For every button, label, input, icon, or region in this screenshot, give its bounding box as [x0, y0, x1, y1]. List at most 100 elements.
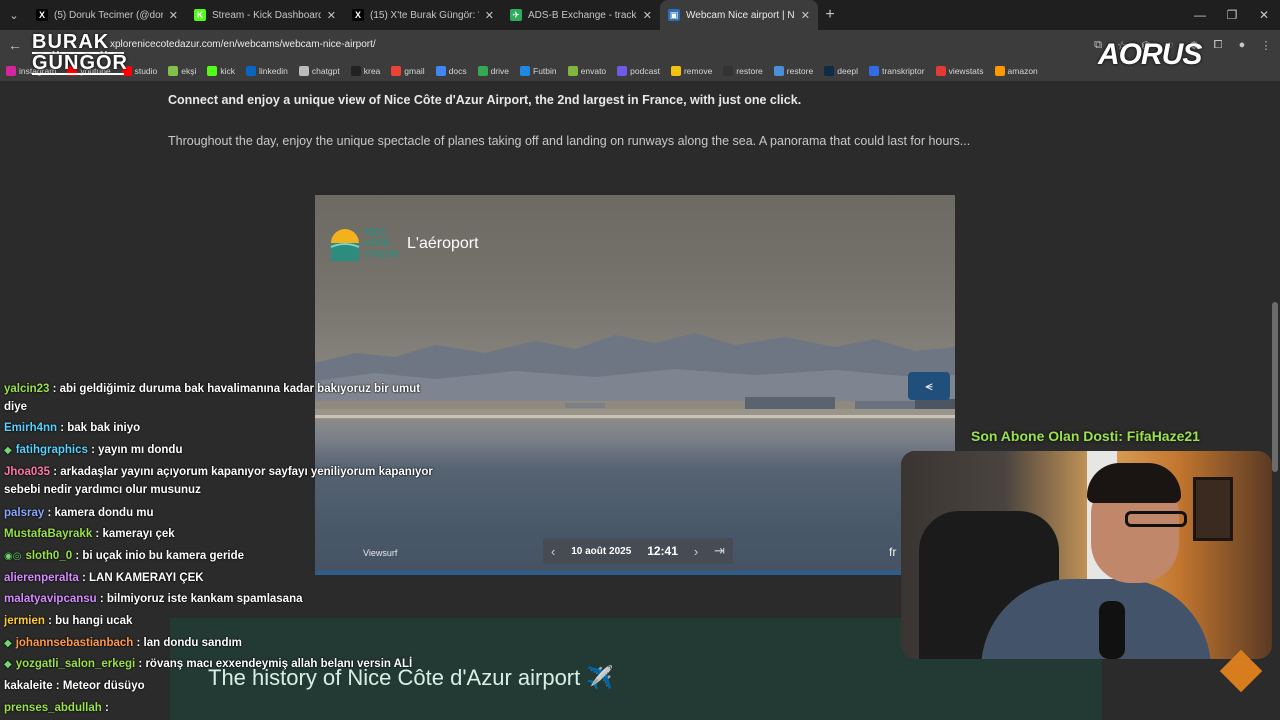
minimize-icon[interactable]: — — [1184, 0, 1216, 30]
tab-title: (15) X'te Burak Güngör: "Canım — [370, 9, 479, 21]
back-icon[interactable]: ← — [0, 37, 30, 53]
browser-toolbar: ← xplorenicecotedazur.com/en/webcams/web… — [0, 30, 1280, 60]
tab-search-icon[interactable]: ⌄ — [0, 0, 28, 30]
chat-message: ◆ fatihgraphics : yayın mı dondu — [4, 441, 182, 460]
chat-message: palsray : kamera dondu mu — [4, 504, 154, 522]
bookmark-8[interactable]: gmail — [391, 65, 425, 76]
last-frame-icon[interactable]: ⇥ — [714, 543, 725, 559]
prev-frame-icon[interactable]: ‹ — [551, 544, 555, 559]
chat-username[interactable]: fatihgraphics — [16, 444, 88, 456]
viewsurf-credit[interactable]: Viewsurf — [363, 548, 397, 558]
chat-text: : abi geldiğimiz duruma bak havalimanına… — [49, 383, 421, 395]
chat-username[interactable]: Emirh4nn — [4, 422, 57, 434]
chat-text: : lan dondu sandım — [133, 637, 242, 649]
restore-icon[interactable]: ❐ — [1216, 0, 1248, 30]
tab-close-icon[interactable]: ✕ — [801, 9, 810, 22]
language-selector[interactable]: fr — [889, 545, 896, 559]
chat-message: ◆ yozgatli_salon_erkegi : rövanş macı exx… — [4, 655, 412, 674]
tab-close-icon[interactable]: ✕ — [327, 9, 336, 22]
chat-username[interactable]: yozgatli_salon_erkegi — [16, 658, 136, 670]
bookmark-14[interactable]: remove — [670, 65, 712, 76]
bookmark-label: restore — [736, 65, 763, 76]
bookmark-label: restore — [786, 65, 814, 76]
svg-text:NICE: NICE — [365, 227, 387, 237]
bookmark-13[interactable]: podcast — [617, 65, 660, 76]
share-button[interactable]: ⪪ — [908, 372, 950, 400]
bookmark-7[interactable]: krea — [350, 65, 380, 76]
bookmark-18[interactable]: transkriptor — [869, 65, 925, 76]
tab-close-icon[interactable]: ✕ — [643, 9, 652, 22]
tab-close-icon[interactable]: ✕ — [485, 9, 494, 22]
bookmark-20[interactable]: amazon — [994, 65, 1038, 76]
profile-avatar-icon[interactable]: ● — [1234, 39, 1250, 51]
chat-username[interactable]: prenses_abdullah — [4, 702, 102, 714]
chat-text: : — [101, 702, 109, 714]
chat-username[interactable]: yalcin23 — [4, 383, 49, 395]
chat-badge-icon: ◉◎ — [4, 551, 22, 562]
aorus-logo: AORUS — [1098, 38, 1202, 71]
bookmark-6[interactable]: chatgpt — [298, 65, 340, 76]
tab-2[interactable]: X (15) X'te Burak Güngör: "Canım ✕ — [344, 0, 502, 30]
bookmarks-bar: instagram youtube studio ekşi kick linkedin ch… — [0, 60, 1280, 82]
bookmark-9[interactable]: docs — [435, 65, 467, 76]
page-scrollbar[interactable] — [1272, 302, 1278, 472]
chat-username[interactable]: jermien — [4, 615, 45, 627]
chat-username[interactable]: sloth0_0 — [25, 550, 72, 562]
tab-3[interactable]: ✈ ADS-B Exchange - track aircraft ✕ — [502, 0, 660, 30]
bookmark-favicon-icon — [168, 65, 179, 76]
menu-dots-icon[interactable]: ⋮ — [1258, 39, 1274, 52]
bookmark-favicon-icon — [567, 65, 578, 76]
tab-4[interactable]: ▣ Webcam Nice airport | Nice Côte ✕ — [660, 0, 818, 30]
description-text: Throughout the day, enjoy the unique spe… — [168, 134, 971, 148]
bookmark-favicon-icon — [477, 65, 488, 76]
svg-text:D'AZUR: D'AZUR — [365, 249, 399, 259]
new-tab-icon[interactable]: + — [818, 0, 842, 30]
close-window-icon[interactable]: ✕ — [1248, 0, 1280, 30]
bookmark-10[interactable]: drive — [477, 65, 509, 76]
bookmark-label: kick — [220, 65, 236, 76]
bookmark-5[interactable]: linkedin — [246, 65, 288, 76]
bookmark-favicon-icon — [350, 65, 361, 76]
chat-username[interactable]: palsray — [4, 507, 44, 519]
chat-text: : rövanş macı exxendeymiş allah belanı v… — [135, 658, 413, 670]
bookmark-label: docs — [448, 65, 467, 76]
tab-title: Stream - Kick Dashboard — [212, 9, 321, 21]
bookmark-11[interactable]: Futbin — [520, 65, 557, 76]
chat-message: yalcin23 : abi geldiğimiz duruma bak hav… — [4, 380, 420, 398]
nice-cote-dazur-logo: NICE CÔTE D'AZUR L'aéroport — [329, 221, 479, 267]
bookmark-label: deepl — [837, 65, 859, 76]
bookmark-label: gmail — [404, 65, 425, 76]
bookmark-3[interactable]: ekşi — [168, 65, 197, 76]
chat-message: kakaleite : Meteor düsüyo — [4, 677, 145, 695]
chat-username[interactable]: malatyavipcansu — [4, 593, 97, 605]
tab-favicon-icon: ▣ — [668, 9, 680, 21]
tab-1[interactable]: K Stream - Kick Dashboard ✕ — [186, 0, 344, 30]
puzzle-icon[interactable]: ⧠ — [1210, 39, 1226, 52]
tab-title: Webcam Nice airport | Nice Côte — [686, 9, 795, 21]
chat-message: prenses_abdullah : — [4, 699, 109, 717]
address-bar[interactable]: xplorenicecotedazur.com/en/webcams/webca… — [110, 34, 1070, 56]
chat-username[interactable]: kakaleite — [4, 680, 53, 692]
bookmark-17[interactable]: deepl — [824, 65, 859, 76]
bookmark-label: viewstats — [948, 65, 984, 76]
chat-username[interactable]: Jhoa035 — [4, 466, 50, 478]
chat-username[interactable]: alierenperalta — [4, 572, 79, 584]
bookmark-label: ekşi — [181, 65, 197, 76]
bookmark-4[interactable]: kick — [207, 65, 236, 76]
bookmark-15[interactable]: restore — [723, 65, 763, 76]
tab-close-icon[interactable]: ✕ — [169, 9, 178, 22]
webcam-progress-bar — [315, 571, 955, 575]
tab-favicon-icon: X — [352, 9, 364, 21]
next-frame-icon[interactable]: › — [694, 544, 698, 559]
bookmark-label: studio — [134, 65, 158, 76]
bookmark-favicon-icon — [723, 65, 734, 76]
tab-title: ADS-B Exchange - track aircraft — [528, 9, 637, 21]
bookmark-16[interactable]: restore — [773, 65, 814, 76]
bookmark-12[interactable]: envato — [567, 65, 606, 76]
bookmark-favicon-icon — [207, 65, 218, 76]
chat-username[interactable]: MustafaBayrakk — [4, 528, 92, 540]
facecam-microphone — [1099, 601, 1125, 659]
bookmark-19[interactable]: viewstats — [935, 65, 984, 76]
chat-username[interactable]: johannsebastianbach — [16, 637, 134, 649]
tab-0[interactable]: X (5) Doruk Tecimer (@doruktec) ✕ — [28, 0, 186, 30]
